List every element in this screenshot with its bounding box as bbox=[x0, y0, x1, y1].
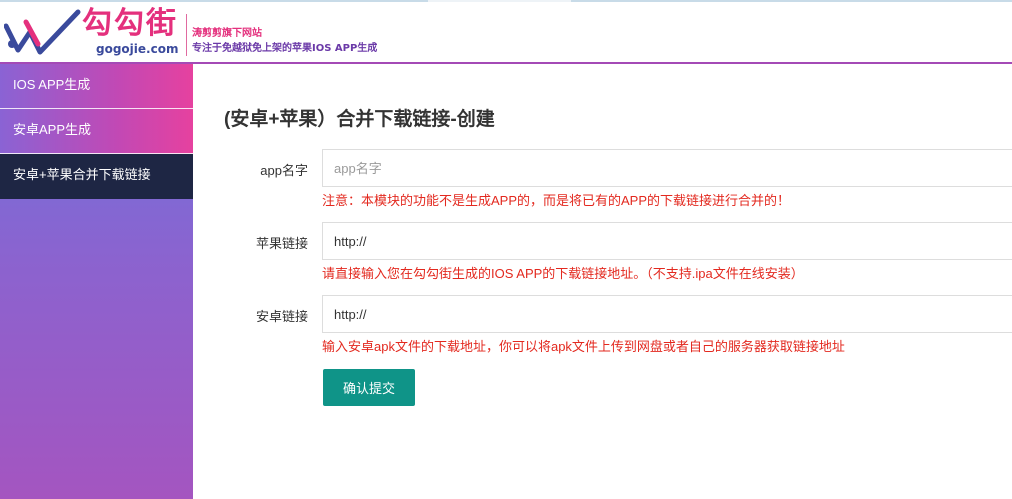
apple-link-input[interactable] bbox=[322, 222, 1012, 260]
sidebar-nav: IOS APP生成 安卓APP生成 安卓+苹果合并下载链接 bbox=[0, 64, 193, 499]
sidebar-item-android-app[interactable]: 安卓APP生成 bbox=[0, 109, 193, 154]
apple-link-hint: 请直接输入您在勾勾街生成的IOS APP的下载链接地址。（不支持.ipa文件在线… bbox=[322, 266, 804, 281]
main-content: (安卓+苹果）合并下载链接-创建 app名字 注意：本模块的功能不是生成APP的… bbox=[193, 64, 1012, 499]
apple-link-label: 苹果链接 bbox=[255, 236, 308, 251]
submit-button[interactable]: 确认提交 bbox=[323, 369, 415, 406]
logo-divider bbox=[186, 14, 187, 56]
app-name-input[interactable] bbox=[322, 149, 1012, 187]
check-swoosh-logo-icon bbox=[4, 9, 81, 55]
logo-domain: gogojie.com bbox=[96, 42, 179, 56]
app-name-hint: 注意：本模块的功能不是生成APP的，而是将已有的APP的下载链接进行合并的！ bbox=[322, 193, 791, 208]
android-link-label: 安卓链接 bbox=[255, 309, 308, 324]
app-name-label: app名字 bbox=[260, 163, 308, 178]
tagline-description: 专注于免越狱免上架的苹果IOS APP生成 bbox=[192, 43, 378, 54]
sidebar-item-merge-links[interactable]: 安卓+苹果合并下载链接 bbox=[0, 154, 193, 199]
logo[interactable]: 勾勾街 gogojie.com bbox=[0, 2, 186, 62]
tagline-owner: 涛剪剪旗下网站 bbox=[192, 28, 262, 39]
sidebar-item-ios-app[interactable]: IOS APP生成 bbox=[0, 64, 193, 109]
site-header: 勾勾街 gogojie.com 涛剪剪旗下网站 专注于免越狱免上架的苹果IOS … bbox=[0, 2, 1012, 63]
page-title: (安卓+苹果）合并下载链接-创建 bbox=[224, 109, 495, 130]
logo-text: 勾勾街 bbox=[82, 6, 178, 41]
android-link-hint: 输入安卓apk文件的下载地址，你可以将apk文件上传到网盘或者自己的服务器获取链… bbox=[322, 339, 845, 354]
android-link-input[interactable] bbox=[322, 295, 1012, 333]
